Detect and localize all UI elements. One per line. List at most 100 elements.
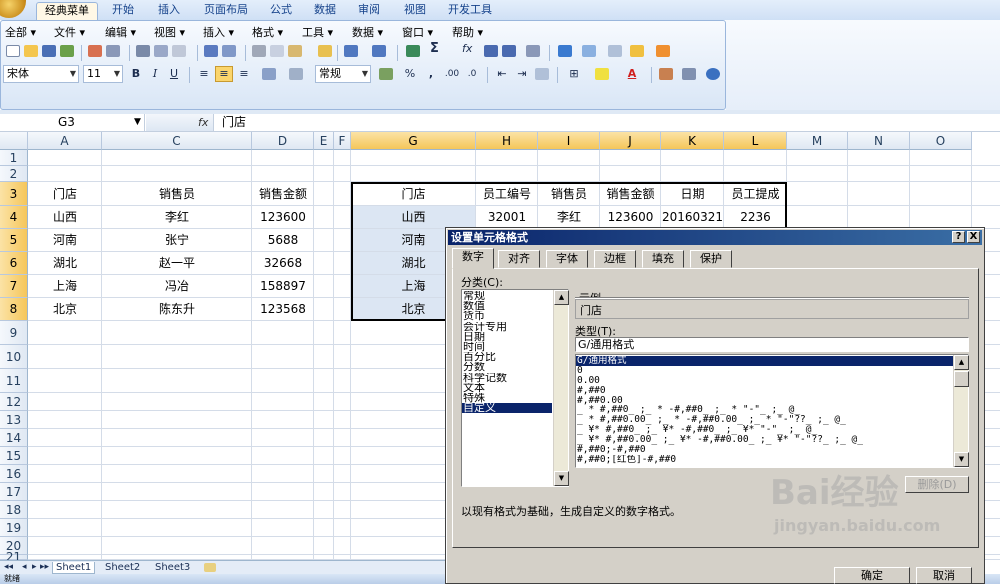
sheet-nav-prev-icon[interactable]: ◂: [22, 562, 27, 574]
tab-number[interactable]: 数字: [452, 248, 494, 269]
menu-window[interactable]: 窗口 ▾: [402, 24, 433, 40]
menu-view[interactable]: 视图 ▾: [154, 24, 185, 40]
merge-center-icon[interactable]: [257, 66, 281, 82]
comma-button[interactable]: ,: [425, 66, 437, 82]
menu-format[interactable]: 格式 ▾: [252, 24, 283, 40]
format-item[interactable]: #,##0.00: [576, 396, 953, 406]
undo-icon[interactable]: [343, 43, 359, 59]
scroll-down-icon[interactable]: ▼: [954, 452, 969, 467]
formula-input[interactable]: 门店: [222, 114, 246, 131]
autosum-icon[interactable]: Σ: [429, 41, 440, 57]
row-header-1[interactable]: 1: [0, 150, 28, 166]
delete-button[interactable]: 删除(D): [905, 476, 969, 493]
underline-button[interactable]: U: [166, 66, 182, 82]
tab-home[interactable]: 开始: [104, 2, 142, 20]
row-header-18[interactable]: 18: [0, 501, 28, 519]
column-header-c[interactable]: C: [102, 132, 252, 150]
cut-icon[interactable]: [251, 43, 267, 59]
hyperlink-icon[interactable]: [405, 43, 421, 59]
wrap-text-icon[interactable]: [287, 66, 305, 82]
menu-file[interactable]: 文件 ▾: [54, 24, 85, 40]
sheet-nav-first-icon[interactable]: ◂◂: [4, 562, 13, 574]
help-icon[interactable]: [705, 66, 721, 82]
tab-protection[interactable]: 保护: [690, 250, 732, 268]
format-item[interactable]: _ * #,##0.00_ ;_ * -#,##0.00_ ;_ * "-"??…: [576, 415, 953, 425]
category-item[interactable]: 货币: [462, 311, 552, 321]
tab-font[interactable]: 字体: [546, 250, 588, 268]
category-list[interactable]: 常规 数值 货币 会计专用 日期 时间 百分比 分数 科学记数 文本 特殊 自定义 ▲ ▼: [461, 289, 569, 487]
research-pane-icon[interactable]: [221, 43, 237, 59]
drawing-icon[interactable]: [581, 43, 597, 59]
scroll-thumb[interactable]: [954, 371, 969, 387]
left-table-cell[interactable]: 河南: [28, 229, 102, 252]
format-item[interactable]: #,##0: [576, 386, 953, 396]
format-item[interactable]: _ ¥* #,##0.00_ ;_ ¥* -#,##0.00_ ;_ ¥* "-…: [576, 435, 953, 445]
font-name-select[interactable]: 宋体 ▼: [3, 65, 79, 83]
menu-tools[interactable]: 工具 ▾: [302, 24, 333, 40]
row-header-17[interactable]: 17: [0, 483, 28, 501]
bold-button[interactable]: B: [128, 66, 144, 82]
cancel-button[interactable]: 取消: [916, 567, 972, 584]
left-table-cell[interactable]: 山西: [28, 206, 102, 229]
format-painter-icon[interactable]: [317, 43, 333, 59]
tab-data[interactable]: 数据: [306, 2, 344, 20]
column-header-a[interactable]: A: [28, 132, 102, 150]
mail-icon[interactable]: [59, 43, 75, 59]
tab-alignment[interactable]: 对齐: [498, 250, 540, 268]
row-header-5[interactable]: 5: [0, 229, 28, 252]
category-item[interactable]: 会计专用: [462, 322, 552, 332]
preview-icon[interactable]: [153, 43, 169, 59]
row-header-13[interactable]: 13: [0, 411, 28, 429]
borders-icon[interactable]: ⊞: [563, 66, 585, 82]
category-item[interactable]: 百分比: [462, 352, 552, 362]
left-table-cell[interactable]: 张宁: [102, 229, 252, 252]
left-table-header[interactable]: 销售金额: [252, 182, 314, 206]
left-table-header[interactable]: 销售员: [102, 182, 252, 206]
percent-button[interactable]: %: [403, 66, 417, 82]
left-table-header[interactable]: 门店: [28, 182, 102, 206]
column-header-l[interactable]: L: [724, 132, 787, 150]
select-all-button[interactable]: [0, 132, 28, 150]
category-item[interactable]: 常规: [462, 291, 552, 301]
row-header-4[interactable]: 4: [0, 206, 28, 229]
format-item[interactable]: 0.00: [576, 376, 953, 386]
font-color-icon[interactable]: A: [621, 66, 643, 82]
column-header-o[interactable]: O: [910, 132, 972, 150]
category-item[interactable]: 科学记数: [462, 373, 552, 383]
column-header-h[interactable]: H: [476, 132, 538, 150]
font-size-select[interactable]: 11 ▼: [83, 65, 123, 83]
category-scrollbar[interactable]: ▲ ▼: [553, 290, 569, 486]
format-item[interactable]: _ ¥* #,##0_ ;_ ¥* -#,##0_ ;_ ¥* "-"_ ;_ …: [576, 425, 953, 435]
sort-desc-icon[interactable]: [501, 43, 517, 59]
permission-icon[interactable]: [105, 43, 121, 59]
scroll-up-icon[interactable]: ▲: [954, 355, 969, 370]
format-scrollbar[interactable]: ▲ ▼: [953, 355, 969, 467]
name-box[interactable]: G3 ▼: [0, 114, 145, 131]
row-header-15[interactable]: 15: [0, 447, 28, 465]
find-icon[interactable]: [679, 66, 699, 82]
increase-indent-icon[interactable]: ⇥: [513, 66, 531, 82]
format-list[interactable]: G/通用格式 0 0.00 #,##0 #,##0.00 _ * #,##0_ ;_ * …: [575, 354, 969, 468]
paste-icon[interactable]: [287, 43, 303, 59]
chart-icon[interactable]: [557, 43, 573, 59]
row-header-7[interactable]: 7: [0, 275, 28, 298]
close-button[interactable]: X: [967, 231, 980, 243]
type-input[interactable]: G/通用格式: [575, 337, 969, 352]
scroll-down-icon[interactable]: ▼: [554, 471, 569, 486]
format-item[interactable]: _ * #,##0_ ;_ * -#,##0_ ;_ * "-"_ ;_ @_: [576, 405, 953, 415]
tab-classic-menu[interactable]: 经典菜单: [36, 2, 98, 20]
insert-function-button[interactable]: fx: [146, 114, 214, 131]
sheet-tab-1[interactable]: Sheet1: [52, 562, 96, 574]
format-item[interactable]: #,##0;[红色]-#,##0: [576, 455, 953, 465]
folder-icon[interactable]: [629, 43, 645, 59]
menu-insert[interactable]: 插入 ▾: [203, 24, 234, 40]
tab-view[interactable]: 视图: [396, 2, 434, 20]
copy-icon[interactable]: [269, 43, 285, 59]
left-table-cell[interactable]: 158897: [252, 275, 314, 298]
format-item[interactable]: #,##0;-#,##0: [576, 445, 953, 455]
menu-edit[interactable]: 编辑 ▾: [105, 24, 136, 40]
category-item[interactable]: 数值: [462, 301, 552, 311]
align-left-icon[interactable]: ≡: [195, 66, 213, 82]
column-header-n[interactable]: N: [848, 132, 910, 150]
row-header-10[interactable]: 10: [0, 345, 28, 369]
